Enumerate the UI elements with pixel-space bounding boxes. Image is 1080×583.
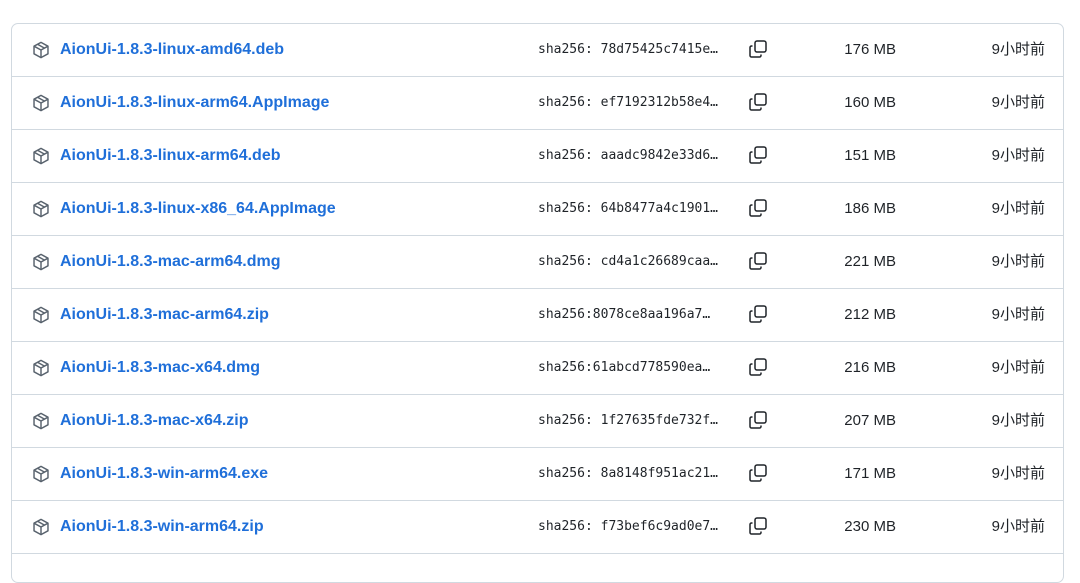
- asset-size: 212 MB: [844, 306, 896, 323]
- asset-download-link[interactable]: AionUi-1.8.3-linux-arm64.deb: [60, 145, 281, 167]
- asset-sha256: sha256: 8a8148f951ac21…: [538, 466, 719, 481]
- package-icon: [33, 147, 49, 165]
- package-icon: [33, 359, 49, 377]
- asset-size: 151 MB: [844, 147, 896, 164]
- copy-icon[interactable]: [747, 144, 769, 166]
- asset-row: AionUi-1.8.3-mac-x64.zip sha256: 1f27635…: [12, 395, 1063, 448]
- asset-row: AionUi-1.8.3-win-arm64.zip sha256: f73be…: [12, 501, 1063, 554]
- asset-sha256: sha256: 1f27635fde732f…: [538, 413, 719, 428]
- asset-updated-time: 9小时前: [991, 359, 1045, 376]
- copy-icon[interactable]: [747, 303, 769, 325]
- package-icon: [33, 412, 49, 430]
- asset-download-link[interactable]: AionUi-1.8.3-mac-arm64.dmg: [60, 251, 281, 273]
- asset-sha256: sha256:61abcd778590ea…: [538, 360, 711, 375]
- asset-row: AionUi-1.8.3-linux-arm64.AppImage sha256…: [12, 77, 1063, 130]
- package-icon: [33, 200, 49, 218]
- asset-row: AionUi-1.8.3-mac-arm64.zip sha256:8078ce…: [12, 289, 1063, 342]
- asset-download-link[interactable]: AionUi-1.8.3-mac-x64.zip: [60, 410, 249, 432]
- asset-download-link[interactable]: AionUi-1.8.3-linux-amd64.deb: [60, 39, 284, 61]
- release-assets-list: AionUi-1.8.3-linux-amd64.deb sha256: 78d…: [11, 23, 1064, 583]
- copy-icon[interactable]: [747, 409, 769, 431]
- asset-updated-time: 9小时前: [991, 306, 1045, 323]
- package-icon: [33, 94, 49, 112]
- asset-size: 160 MB: [844, 94, 896, 111]
- copy-icon[interactable]: [747, 250, 769, 272]
- asset-sha256: sha256: cd4a1c26689caa…: [538, 254, 719, 269]
- asset-row: AionUi-1.8.3-win-arm64.exe sha256: 8a814…: [12, 448, 1063, 501]
- package-icon: [33, 41, 49, 59]
- asset-updated-time: 9小时前: [991, 518, 1045, 535]
- asset-download-link[interactable]: AionUi-1.8.3-mac-x64.dmg: [60, 357, 260, 379]
- asset-updated-time: 9小时前: [991, 200, 1045, 217]
- asset-row: AionUi-1.8.3-linux-x86_64.AppImage sha25…: [12, 183, 1063, 236]
- asset-download-link[interactable]: AionUi-1.8.3-linux-x86_64.AppImage: [60, 198, 336, 220]
- asset-updated-time: 9小时前: [991, 147, 1045, 164]
- asset-row: AionUi-1.8.3-mac-arm64.dmg sha256: cd4a1…: [12, 236, 1063, 289]
- asset-updated-time: 9小时前: [991, 41, 1045, 58]
- package-icon: [33, 465, 49, 483]
- asset-updated-time: 9小时前: [991, 465, 1045, 482]
- asset-sha256: sha256:8078ce8aa196a7…: [538, 307, 711, 322]
- asset-size: 207 MB: [844, 412, 896, 429]
- asset-download-link[interactable]: AionUi-1.8.3-win-arm64.exe: [60, 463, 268, 485]
- asset-size: 230 MB: [844, 518, 896, 535]
- asset-updated-time: 9小时前: [991, 94, 1045, 111]
- asset-updated-time: 9小时前: [991, 253, 1045, 270]
- asset-size: 176 MB: [844, 41, 896, 58]
- asset-download-link[interactable]: AionUi-1.8.3-linux-arm64.AppImage: [60, 92, 329, 114]
- copy-icon[interactable]: [747, 91, 769, 113]
- asset-row: AionUi-1.8.3-linux-amd64.deb sha256: 78d…: [12, 24, 1063, 77]
- copy-icon[interactable]: [747, 38, 769, 60]
- asset-sha256: sha256: aaadc9842e33d6…: [538, 148, 719, 163]
- asset-size: 186 MB: [844, 200, 896, 217]
- asset-sha256: sha256: 64b8477a4c1901…: [538, 201, 719, 216]
- package-icon: [33, 306, 49, 324]
- package-icon: [33, 518, 49, 536]
- asset-sha256: sha256: 78d75425c7415e…: [538, 42, 719, 57]
- asset-row: AionUi-1.8.3-mac-x64.dmg sha256:61abcd77…: [12, 342, 1063, 395]
- copy-icon[interactable]: [747, 356, 769, 378]
- asset-size: 171 MB: [844, 465, 896, 482]
- copy-icon[interactable]: [747, 462, 769, 484]
- asset-row: AionUi-1.8.3-linux-arm64.deb sha256: aaa…: [12, 130, 1063, 183]
- asset-sha256: sha256: f73bef6c9ad0e7…: [538, 519, 719, 534]
- asset-updated-time: 9小时前: [991, 412, 1045, 429]
- asset-download-link[interactable]: AionUi-1.8.3-win-arm64.zip: [60, 516, 264, 538]
- asset-sha256: sha256: ef7192312b58e4…: [538, 95, 719, 110]
- copy-icon[interactable]: [747, 197, 769, 219]
- asset-size: 216 MB: [844, 359, 896, 376]
- copy-icon[interactable]: [747, 515, 769, 537]
- package-icon: [33, 253, 49, 271]
- asset-size: 221 MB: [844, 253, 896, 270]
- asset-download-link[interactable]: AionUi-1.8.3-mac-arm64.zip: [60, 304, 269, 326]
